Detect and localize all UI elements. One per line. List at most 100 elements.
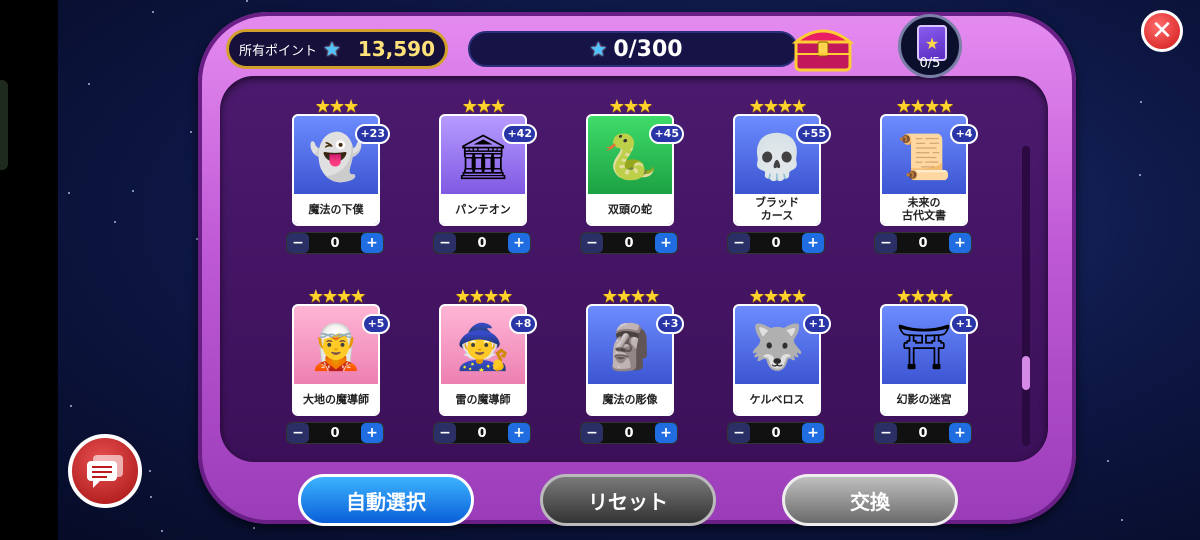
- increment-button[interactable]: +: [655, 233, 677, 253]
- increment-button[interactable]: +: [949, 233, 971, 253]
- background-star: [113, 220, 116, 223]
- auto-select-button[interactable]: 自動選択: [298, 474, 474, 526]
- quantity-stepper: − 0 +: [727, 422, 825, 444]
- list-item[interactable]: ★★★★ 🧙 雷の魔導師 +8 − 0 +: [433, 286, 537, 456]
- decrement-button[interactable]: −: [728, 423, 750, 443]
- list-item[interactable]: ★★★ 👻 魔法の下僕 +23 − 0 +: [286, 96, 390, 266]
- increment-button[interactable]: +: [802, 233, 824, 253]
- quantity-stepper: − 0 +: [433, 232, 531, 254]
- quantity-stepper: − 0 +: [874, 422, 972, 444]
- bonus-badge: +3: [656, 314, 684, 334]
- points-label: 所有ポイント: [239, 43, 318, 59]
- list-item[interactable]: ★★★★ ⛩ 幻影の迷宮 +1 − 0 +: [874, 286, 978, 456]
- list-item[interactable]: ★★★★ 📜 未来の 古代文書 +4 − 0 +: [874, 96, 978, 266]
- background-star: [190, 130, 193, 133]
- exchange-button[interactable]: 交換: [782, 474, 958, 526]
- close-button[interactable]: ✕: [1141, 10, 1183, 52]
- increment-button[interactable]: +: [361, 423, 383, 443]
- item-name: 大地の魔導師: [294, 384, 378, 414]
- treasure-chest-icon[interactable]: [790, 20, 856, 72]
- bonus-badge: +23: [355, 124, 390, 144]
- item-name: 未来の 古代文書: [882, 194, 966, 224]
- list-item[interactable]: ★★★★ 💀 ブラッド カース +55 − 0 +: [727, 96, 831, 266]
- card-count: 0/5: [919, 56, 941, 71]
- quantity-stepper: − 0 +: [727, 232, 825, 254]
- item-name: 雷の魔導師: [441, 384, 525, 414]
- decrement-button[interactable]: −: [287, 233, 309, 253]
- quantity-value: 0: [771, 425, 781, 441]
- bonus-badge: +4: [950, 124, 978, 144]
- item-grid-area: ★★★ 👻 魔法の下僕 +23 − 0 + ★★★ 🏛 パンテオン +42 − …: [220, 76, 1048, 462]
- item-name: ケルベロス: [735, 384, 819, 414]
- list-item[interactable]: ★★★ 🐍 双頭の蛇 +45 − 0 +: [580, 96, 684, 266]
- quantity-value: 0: [624, 425, 634, 441]
- item-name: ブラッド カース: [735, 194, 819, 224]
- quantity-value: 0: [918, 235, 928, 251]
- decrement-button[interactable]: −: [434, 233, 456, 253]
- quantity-value: 0: [771, 235, 781, 251]
- quantity-value: 0: [477, 425, 487, 441]
- quantity-stepper: − 0 +: [580, 232, 678, 254]
- scrollbar[interactable]: [1022, 146, 1030, 446]
- increment-button[interactable]: +: [508, 233, 530, 253]
- background-star: [1107, 460, 1110, 463]
- decrement-button[interactable]: −: [581, 423, 603, 443]
- decrement-button[interactable]: −: [728, 233, 750, 253]
- bonus-badge: +42: [502, 124, 537, 144]
- left-system-bar: [0, 0, 58, 540]
- increment-button[interactable]: +: [802, 423, 824, 443]
- list-item[interactable]: ★★★★ 🐺 ケルベロス +1 − 0 +: [727, 286, 831, 456]
- blue-star-icon: ★: [323, 37, 341, 61]
- list-item[interactable]: ★★★ 🏛 パンテオン +42 − 0 +: [433, 96, 537, 266]
- bonus-badge: +55: [796, 124, 831, 144]
- background-star: [132, 190, 135, 193]
- background-star: [1121, 518, 1124, 521]
- reset-button[interactable]: リセット: [540, 474, 716, 526]
- background-star: [87, 82, 90, 85]
- progress-text: 0/300: [613, 36, 683, 62]
- decrement-button[interactable]: −: [287, 423, 309, 443]
- quantity-value: 0: [918, 425, 928, 441]
- background-star: [67, 192, 70, 195]
- quantity-stepper: − 0 +: [286, 422, 384, 444]
- chat-button[interactable]: [68, 434, 142, 508]
- points-value: 13,590: [357, 37, 435, 61]
- increment-button[interactable]: +: [655, 423, 677, 443]
- decrement-button[interactable]: −: [875, 423, 897, 443]
- quantity-stepper: − 0 +: [580, 422, 678, 444]
- scrollbar-thumb[interactable]: [1022, 356, 1030, 390]
- background-star: [152, 11, 155, 14]
- quantity-value: 0: [624, 235, 634, 251]
- item-name: 魔法の彫像: [588, 384, 672, 414]
- side-handle[interactable]: [0, 80, 8, 170]
- close-icon: ✕: [1151, 16, 1173, 46]
- increment-button[interactable]: +: [949, 423, 971, 443]
- item-name: 幻影の迷宮: [882, 384, 966, 414]
- decrement-button[interactable]: −: [875, 233, 897, 253]
- background-star: [148, 470, 151, 473]
- quantity-stepper: − 0 +: [433, 422, 531, 444]
- item-name: 魔法の下僕: [294, 194, 378, 224]
- bonus-badge: +1: [950, 314, 978, 334]
- decrement-button[interactable]: −: [581, 233, 603, 253]
- background-star: [149, 495, 152, 498]
- card-slot-badge[interactable]: ★ 0/5: [898, 14, 962, 78]
- quantity-value: 0: [330, 425, 340, 441]
- background-star: [252, 527, 255, 530]
- list-item[interactable]: ★★★★ 🗿 魔法の彫像 +3 − 0 +: [580, 286, 684, 456]
- increment-button[interactable]: +: [361, 233, 383, 253]
- blue-star-icon: ★: [589, 37, 608, 61]
- list-item[interactable]: ★★★★ 🧝 大地の魔導師 +5 − 0 +: [286, 286, 390, 456]
- chat-bubble-icon: [87, 455, 123, 488]
- item-name: 双頭の蛇: [588, 194, 672, 224]
- background-star: [161, 529, 164, 532]
- background-star: [1139, 173, 1142, 176]
- owned-points: 所有ポイント ★ 13,590: [226, 29, 448, 69]
- quantity-value: 0: [477, 235, 487, 251]
- increment-button[interactable]: +: [508, 423, 530, 443]
- decrement-button[interactable]: −: [434, 423, 456, 443]
- background-star: [69, 404, 72, 407]
- bonus-badge: +45: [649, 124, 684, 144]
- item-name: パンテオン: [441, 194, 525, 224]
- quantity-value: 0: [330, 235, 340, 251]
